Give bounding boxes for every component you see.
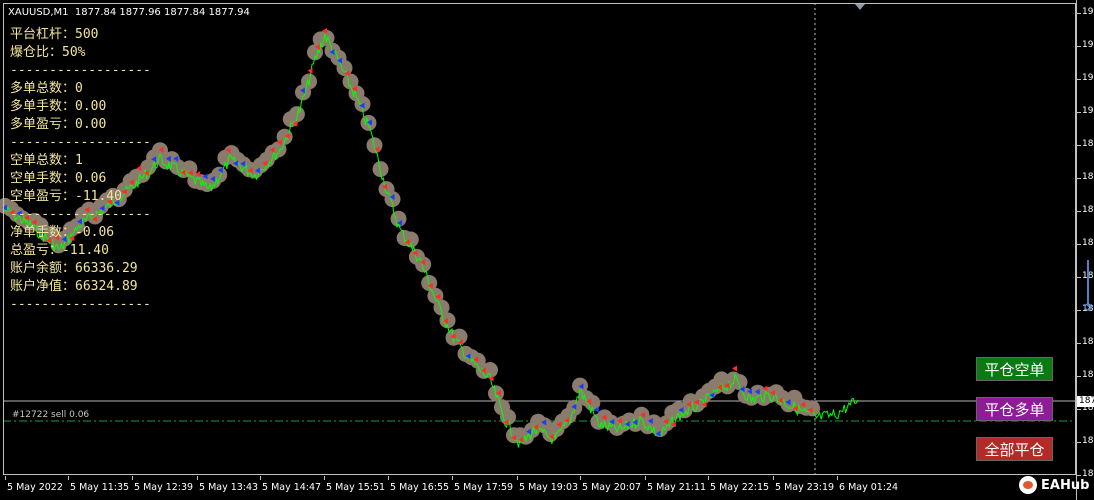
price-axis-tick — [1077, 343, 1081, 344]
info-line: 总盈亏：-11.40 — [10, 243, 109, 258]
price-axis-tick — [1077, 79, 1081, 80]
time-axis-tick — [837, 476, 838, 480]
time-axis-tick — [324, 476, 325, 480]
time-axis-tick — [580, 476, 581, 480]
price-axis-tick — [1077, 442, 1081, 443]
price-axis-tick — [1077, 145, 1081, 146]
time-axis-label: 5 May 16:55 — [390, 482, 450, 493]
price-axis-tick — [1077, 277, 1081, 278]
price-axis-label: 18 — [1082, 205, 1094, 215]
info-line: 空单手数：0.06 — [10, 171, 107, 186]
price-axis-label: 18 — [1082, 238, 1094, 248]
price-axis-label: 19 — [1082, 40, 1094, 50]
time-axis-label: 6 May 01:24 — [839, 482, 899, 493]
time-axis-label: 5 May 13:43 — [199, 482, 259, 493]
price-axis-label: 19 — [1082, 7, 1094, 17]
time-axis-label: 5 May 22:15 — [710, 482, 770, 493]
time-axis-label: 5 May 17:59 — [454, 482, 514, 493]
current-price-tag: 187 — [1077, 396, 1094, 407]
close-long-button[interactable]: 平仓多单 — [976, 397, 1053, 421]
sell-arrow-icon — [732, 365, 737, 372]
time-axis-label: 5 May 21:11 — [647, 482, 707, 493]
sell-arrow-icon — [307, 67, 313, 74]
time-axis-tick — [773, 476, 774, 480]
order-line-label: #12722 sell 0.06 — [12, 410, 90, 420]
info-line: 多单盈亏：0.00 — [10, 117, 107, 132]
info-separator: ------------------ — [10, 135, 151, 150]
price-axis-tick — [1077, 13, 1081, 14]
time-axis-tick — [708, 476, 709, 480]
trade-marker-halo — [415, 256, 432, 273]
trade-marker-halo — [366, 137, 383, 154]
info-line: 多单手数：0.00 — [10, 99, 107, 114]
time-axis-label: 5 May 23:19 — [775, 482, 835, 493]
price-chart[interactable] — [0, 0, 1076, 476]
info-separator: ------------------ — [10, 207, 151, 222]
info-line: 账户余额：66336.29 — [10, 261, 138, 276]
time-axis-tick — [197, 476, 198, 480]
time-axis-tick — [388, 476, 389, 480]
price-axis-tick — [1077, 310, 1081, 311]
price-axis-label: 18 — [1082, 337, 1094, 347]
time-axis-label: 5 May 19:03 — [519, 482, 579, 493]
price-axis-tick — [1077, 409, 1081, 410]
info-line: 空单盈亏：-11.40 — [10, 189, 122, 204]
price-axis-label: 19 — [1082, 106, 1094, 116]
price-axis-label: 18 — [1082, 370, 1094, 380]
info-line: 多单总数：0 — [10, 81, 83, 96]
price-axis-label: 18 — [1082, 172, 1094, 182]
price-axis-tick — [1077, 178, 1081, 179]
time-axis-label: 5 May 20:07 — [582, 482, 642, 493]
price-axis[interactable]: 191919191818181818181818181818 — [1076, 0, 1094, 500]
info-line: 账户净值：66324.89 — [10, 279, 138, 294]
time-axis-tick — [517, 476, 518, 480]
price-axis-label: 18 — [1082, 436, 1094, 446]
trade-marker-halo — [488, 385, 504, 402]
price-axis-label: 19 — [1082, 73, 1094, 83]
time-axis-label: 5 May 12:39 — [134, 482, 194, 493]
price-axis-tick — [1077, 211, 1081, 212]
symbol-title: XAUUSD,M1 1877.84 1877.96 1877.84 1877.9… — [8, 7, 250, 18]
info-line: 平台杠杆：500 — [10, 27, 99, 42]
time-axis-tick — [452, 476, 453, 480]
info-separator: ------------------ — [10, 63, 151, 78]
account-info-panel: 平台杠杆：500 爆仓比：50% ------------------ 多单总数：0 多… — [10, 26, 151, 314]
info-line: 爆仓比：50% — [10, 45, 86, 60]
time-axis-tick — [645, 476, 646, 480]
time-axis-label: 5 May 11:35 — [70, 482, 130, 493]
price-axis-tick — [1077, 244, 1081, 245]
close-short-button[interactable]: 平仓空单 — [976, 357, 1053, 381]
trade-marker-halo — [301, 73, 317, 90]
close-all-button[interactable]: 全部平仓 — [976, 437, 1053, 461]
time-axis-label: 5 May 2022 — [7, 482, 63, 493]
time-axis-tick — [260, 476, 261, 480]
info-line: 净单手数：-0.06 — [10, 225, 115, 240]
eahub-logo-text: EAHub — [1041, 477, 1090, 493]
eahub-logo-icon — [1019, 476, 1037, 494]
time-axis-tick — [132, 476, 133, 480]
time-axis-label: 5 May 14:47 — [262, 482, 322, 493]
info-line: 空单总数：1 — [10, 153, 83, 168]
info-separator: ------------------ — [10, 297, 151, 312]
price-axis-tick — [1077, 376, 1081, 377]
price-scale-slider[interactable] — [1084, 258, 1092, 312]
time-axis-tick — [5, 476, 6, 480]
time-axis-tick — [68, 476, 69, 480]
price-axis-label: 18 — [1082, 139, 1094, 149]
price-axis-tick — [1077, 112, 1081, 113]
time-axis: 5 May 2022 5 May 11:35 5 May 12:39 5 May 13… — [0, 476, 1076, 500]
time-axis-label: 5 May 15:51 — [326, 482, 386, 493]
eahub-logo: EAHub — [1019, 474, 1089, 496]
price-axis-tick — [1077, 46, 1081, 47]
chart-shift-marker[interactable] — [855, 4, 865, 10]
chart-window[interactable]: XAUUSD,M1 1877.84 1877.96 1877.84 1877.9… — [0, 0, 1076, 500]
